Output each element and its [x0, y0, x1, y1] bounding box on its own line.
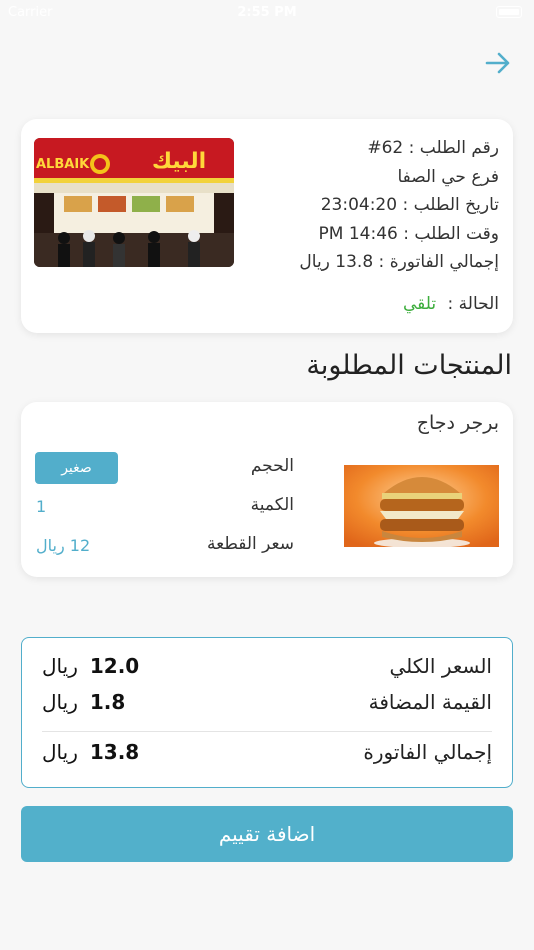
vat-value: 1.8 [89, 690, 126, 714]
arrow-right-icon [485, 52, 510, 74]
subtotal-value: 12.0 [89, 654, 140, 678]
restaurant-image: البيك ALBAIK [34, 138, 234, 267]
order-details: رقم الطلب : 62# فرع حي الصفا تاريخ الطلب… [249, 134, 499, 277]
order-branch: فرع حي الصفا [397, 166, 499, 187]
invoice-summary: السعر الكلي 12.0 ريال القيمة المضافة 1.8 ر… [21, 637, 513, 788]
size-row: الحجم [34, 452, 294, 482]
status-label: الحالة : [447, 294, 499, 314]
vat-currency: ريال [42, 690, 78, 714]
restaurant-sign-arabic: البيك [152, 149, 206, 174]
vat-label: القيمة المضافة [368, 690, 492, 714]
vat-amount: 1.8 ريال [42, 690, 125, 714]
subtotal-currency: ريال [42, 654, 78, 678]
unit-price-label: سعر القطعة [207, 534, 294, 554]
status-value: تلقي [402, 294, 437, 314]
order-status: الحالة : تلقي [403, 294, 499, 314]
add-rating-button[interactable]: اضافة تقييم [21, 806, 513, 862]
order-number: رقم الطلب : 62# [367, 138, 499, 158]
total-currency: ريال [42, 740, 78, 764]
status-bar: Carrier 2:55 PM [0, 0, 534, 26]
product-name: برجر دجاج [416, 412, 499, 434]
order-time: وقت الطلب : 14:46 PM [318, 223, 499, 244]
unit-price-row: سعر القطعة 12 ريال [34, 530, 294, 560]
size-label: الحجم [250, 456, 294, 476]
quantity-row: الكمية 1 [34, 491, 294, 521]
order-total: إجمالي الفاتورة : 13.8 ريال [299, 252, 499, 272]
section-title: المنتجات المطلوبة [306, 350, 512, 381]
product-card: برجر دجاج صغير الحجم الكمية 1 سعر القطعة… [21, 402, 513, 577]
vat-row: القيمة المضافة 1.8 ريال [42, 687, 492, 721]
back-button[interactable] [484, 50, 512, 76]
total-value: 13.8 [89, 740, 140, 764]
summary-divider [42, 731, 492, 732]
unit-price-value: 12 ريال [36, 536, 91, 555]
order-date: تاريخ الطلب : 23:04:20 [320, 195, 499, 215]
total-row: إجمالي الفاتورة 13.8 ريال [42, 737, 492, 771]
subtotal-row: السعر الكلي 12.0 ريال [42, 651, 492, 685]
restaurant-sign-latin: ALBAIK [36, 157, 90, 172]
burger-image [344, 465, 499, 547]
subtotal-label: السعر الكلي [389, 654, 492, 678]
battery-icon [496, 6, 522, 18]
quantity-value: 1 [36, 497, 47, 516]
subtotal-amount: 12.0 ريال [42, 654, 139, 678]
order-card: البيك ALBAIK رقم الطلب : 62# فرع حي الصف… [21, 119, 513, 333]
quantity-label: الكمية [250, 495, 294, 515]
status-time: 2:55 PM [237, 5, 297, 20]
total-label: إجمالي الفاتورة [363, 740, 492, 764]
total-amount: 13.8 ريال [42, 740, 139, 764]
